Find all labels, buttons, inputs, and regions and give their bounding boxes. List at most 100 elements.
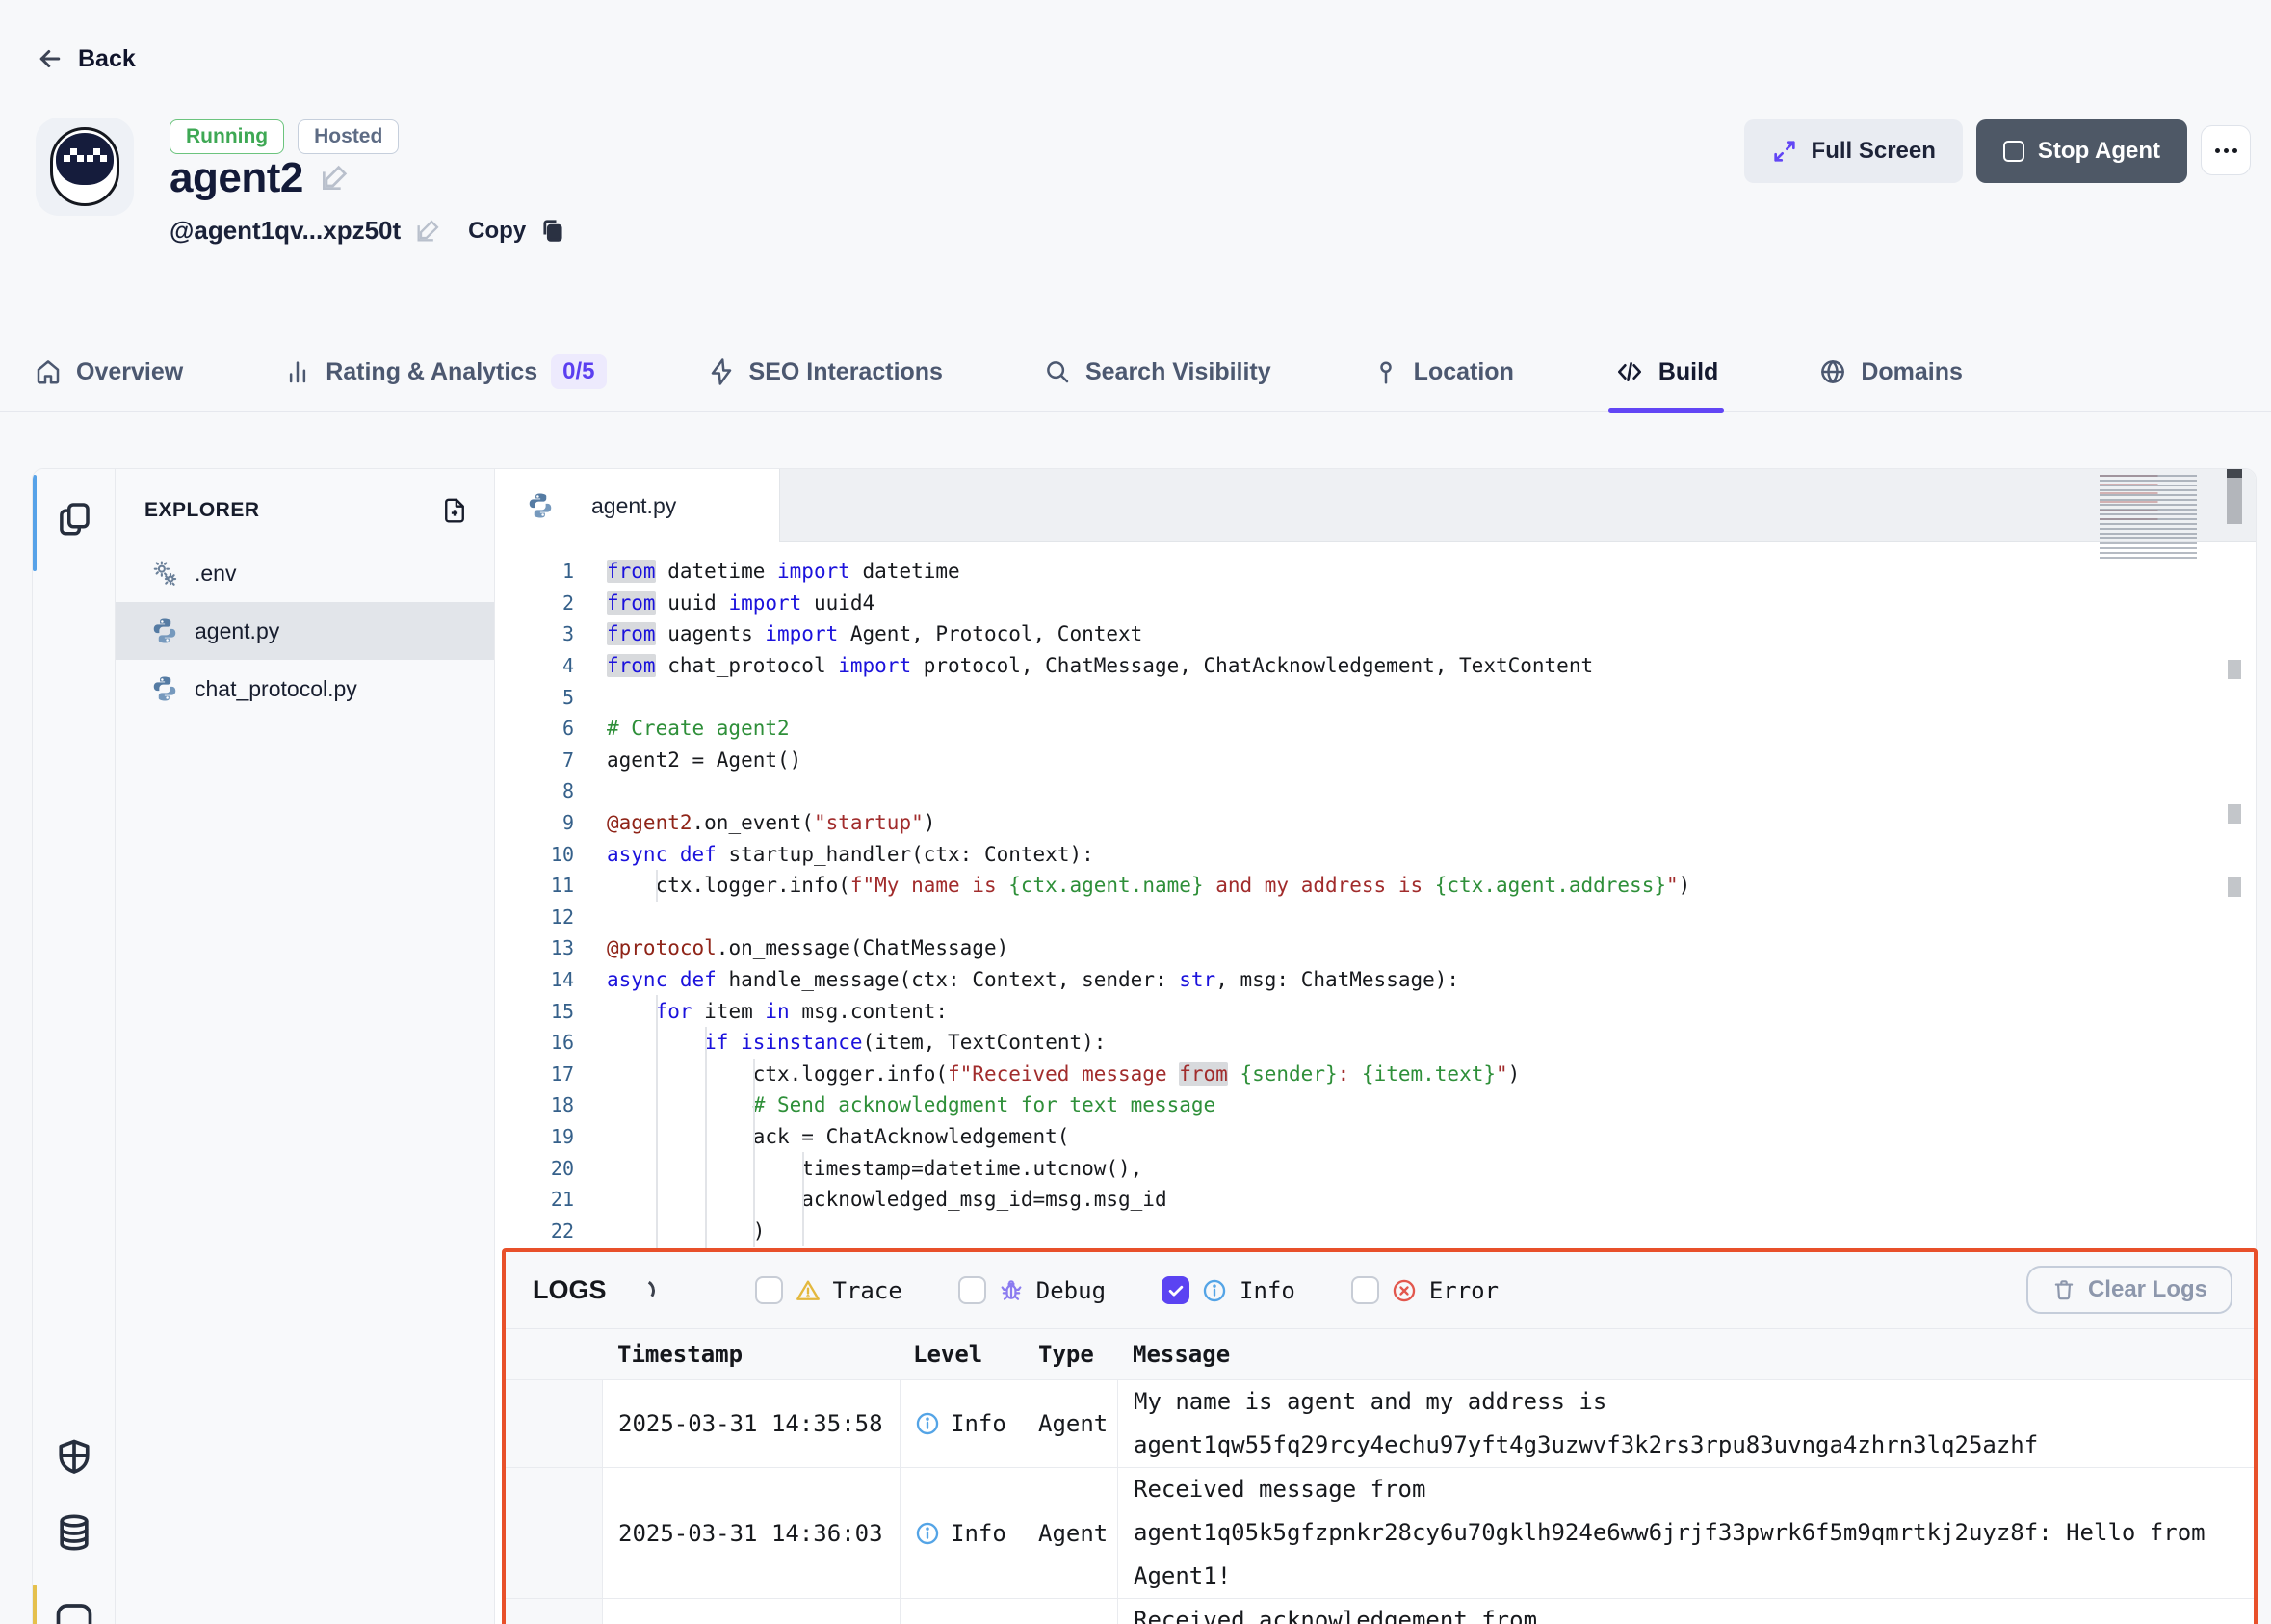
loading-spinner-icon — [629, 1276, 656, 1303]
line-number: 3 — [495, 622, 603, 645]
code-text: agent2 = Agent() — [603, 748, 801, 772]
stop-agent-label: Stop Agent — [2038, 138, 2160, 165]
bottom-rail-button[interactable] — [33, 1598, 116, 1624]
copy-icon[interactable] — [539, 218, 566, 245]
code-line: 22 ) — [495, 1215, 2256, 1246]
line-number: 9 — [495, 811, 603, 834]
file-name: chat_protocol.py — [195, 676, 357, 702]
code-line: 16 if isinstance(item, TextContent): — [495, 1027, 2256, 1059]
editor-icon-rail — [33, 469, 116, 1624]
code-line: 1from datetime import datetime — [495, 556, 2256, 588]
status-badge: Running — [170, 119, 284, 154]
scroll-marker — [2228, 660, 2241, 679]
tab-search-visibility[interactable]: Search Visibility — [1043, 332, 1271, 411]
line-number: 18 — [495, 1093, 603, 1116]
stop-agent-button[interactable]: Stop Agent — [1976, 119, 2187, 183]
edit-name-icon[interactable] — [319, 163, 350, 194]
database-icon — [53, 1511, 95, 1554]
log-timestamp: 2025-03-31 14:35:58 — [602, 1380, 900, 1467]
code-line: 8 — [495, 775, 2256, 807]
code-line: 7agent2 = Agent() — [495, 745, 2256, 776]
code-line: 17 ctx.logger.info(f"Received message fr… — [495, 1059, 2256, 1090]
log-filter-error[interactable]: Error — [1351, 1276, 1499, 1304]
code-text: if isinstance(item, TextContent): — [603, 1031, 1106, 1054]
scrollbar-thumb[interactable] — [2227, 478, 2242, 524]
copy-label[interactable]: Copy — [468, 218, 526, 245]
agent-detail-page: Back Running Hosted agent2 @agent1qv...x… — [0, 0, 2271, 1624]
scroll-marker — [2228, 877, 2241, 897]
fullscreen-label: Full Screen — [1812, 138, 1936, 165]
checkbox-info[interactable] — [1162, 1276, 1189, 1304]
filter-label: Info — [1240, 1277, 1295, 1304]
checkbox-debug[interactable] — [958, 1276, 986, 1304]
line-number: 16 — [495, 1031, 603, 1054]
code-text: ctx.logger.info(f"Received message from … — [603, 1062, 1520, 1086]
code-editor[interactable]: 1from datetime import datetime2from uuid… — [495, 542, 2256, 1278]
tab-location[interactable]: Location — [1371, 332, 1514, 411]
tab-seo-interactions[interactable]: SEO Interactions — [707, 332, 943, 411]
log-filter-debug[interactable]: Debug — [958, 1276, 1106, 1304]
line-number: 10 — [495, 843, 603, 866]
log-filter-trace[interactable]: Trace — [755, 1276, 902, 1304]
log-level: Info — [900, 1468, 1031, 1598]
line-number: 11 — [495, 874, 603, 897]
fullscreen-button[interactable]: Full Screen — [1744, 119, 1963, 183]
log-level: Info — [900, 1380, 1031, 1467]
code-text: # Create agent2 — [603, 717, 790, 740]
storage-rail-button[interactable] — [33, 1511, 116, 1554]
column-level: Level — [900, 1329, 1031, 1379]
new-file-icon[interactable] — [440, 496, 469, 525]
back-button[interactable]: Back — [36, 44, 136, 73]
line-number: 4 — [495, 654, 603, 677]
line-number: 2 — [495, 591, 603, 615]
editor-tabstrip: agent.py — [495, 469, 2256, 542]
tab-agent-py[interactable]: agent.py — [495, 469, 780, 542]
checkbox-trace[interactable] — [755, 1276, 783, 1304]
level-label: Info — [951, 1410, 1006, 1437]
indent-guide — [705, 1027, 707, 1278]
log-filter-info[interactable]: Info — [1162, 1276, 1295, 1304]
code-line: 2from uuid import uuid4 — [495, 588, 2256, 619]
line-number: 19 — [495, 1125, 603, 1148]
file-item-agent-py[interactable]: agent.py — [116, 602, 494, 660]
log-row: 2025-03-31 14:35:58InfoAgentMy name is a… — [506, 1379, 2254, 1467]
log-message: My name is agent and my address is agent… — [1117, 1380, 2254, 1467]
editor-tab-label: agent.py — [591, 493, 676, 519]
zap-icon — [707, 357, 736, 386]
code-line: 14async def handle_message(ctx: Context,… — [495, 964, 2256, 996]
checkbox-error[interactable] — [1351, 1276, 1379, 1304]
file-name: agent.py — [195, 618, 279, 644]
python-icon — [150, 674, 179, 703]
rounded-square-icon — [53, 1598, 95, 1624]
python-icon — [150, 616, 179, 645]
error-circle-icon — [1391, 1277, 1418, 1304]
tab-label: Domains — [1861, 358, 1963, 386]
code-line: 21 acknowledged_msg_id=msg.msg_id — [495, 1184, 2256, 1216]
file-item--env[interactable]: .env — [116, 544, 494, 602]
log-timestamp — [602, 1599, 900, 1624]
home-icon — [34, 357, 63, 386]
arrow-left-icon — [36, 44, 65, 73]
agent-address: @agent1qv...xpz50t — [170, 216, 401, 246]
location-pin-icon — [1371, 357, 1400, 386]
clear-logs-button[interactable]: Clear Logs — [2026, 1266, 2232, 1314]
files-rail-button[interactable] — [33, 498, 116, 538]
code-text: from chat_protocol import protocol, Chat… — [603, 654, 1593, 677]
indent-guide — [656, 995, 658, 1278]
tab-label: Overview — [76, 358, 183, 386]
file-item-chat_protocol-py[interactable]: chat_protocol.py — [116, 660, 494, 718]
info-circle-icon — [1201, 1277, 1228, 1304]
line-number: 6 — [495, 717, 603, 740]
tab-overview[interactable]: Overview — [34, 332, 183, 411]
tab-rating-analytics[interactable]: Rating & Analytics0/5 — [283, 332, 606, 411]
info-circle-icon — [914, 1520, 941, 1547]
warning-triangle-icon — [795, 1277, 822, 1304]
more-options-button[interactable] — [2201, 125, 2251, 175]
bar-chart-icon — [283, 357, 312, 386]
tab-domains[interactable]: Domains — [1818, 332, 1963, 411]
tab-build[interactable]: Build — [1614, 332, 1719, 411]
code-text: ack = ChatAcknowledgement( — [603, 1125, 1069, 1148]
code-line: 10async def startup_handler(ctx: Context… — [495, 838, 2256, 870]
secrets-rail-button[interactable] — [33, 1436, 116, 1479]
edit-address-icon[interactable] — [414, 218, 441, 245]
